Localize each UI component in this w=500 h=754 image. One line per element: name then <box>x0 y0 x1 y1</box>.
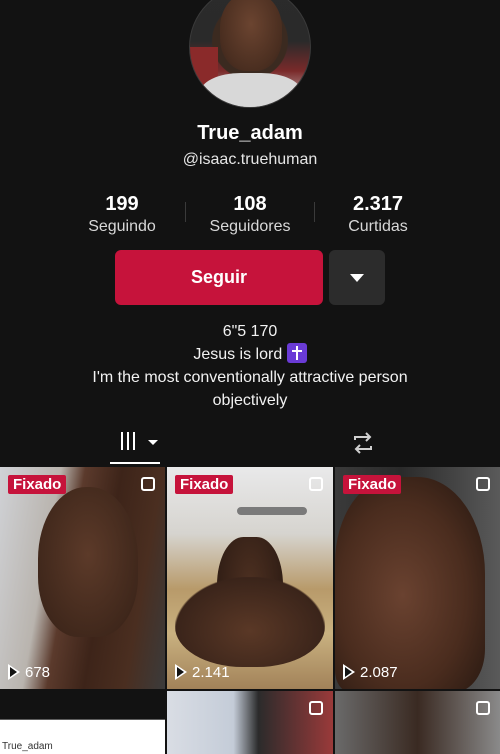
view-count: 2.087 <box>343 664 398 681</box>
thumbnail-caption: True_adam <box>2 741 53 752</box>
followers-label: Seguidores <box>209 218 291 235</box>
bio-line: Jesus is lord <box>193 346 283 363</box>
multi-photo-icon <box>141 477 155 491</box>
view-count-value: 2.087 <box>360 664 398 681</box>
video-thumbnail[interactable]: Fixado 2.087 <box>335 467 500 689</box>
followers-count: 108 <box>233 193 267 215</box>
video-grid: Fixado 678 Fixado 2.141 Fixado 2.087 Tru… <box>0 467 500 754</box>
stat-likes[interactable]: 2.317 Curtidas <box>313 193 443 236</box>
display-name: True_adam <box>197 122 303 144</box>
play-icon <box>343 664 356 680</box>
follow-button[interactable]: Seguir <box>115 250 323 305</box>
stat-following[interactable]: 199 Seguindo <box>57 193 187 236</box>
view-count-value: 2.141 <box>192 664 230 681</box>
ceiling-fan <box>237 507 307 515</box>
view-count-value: 678 <box>25 664 51 681</box>
video-thumbnail[interactable]: Fixado 678 <box>0 467 165 689</box>
chevron-down-icon <box>148 440 158 445</box>
multi-photo-icon <box>309 701 323 715</box>
likes-label: Curtidas <box>348 218 408 235</box>
orthodox-cross-icon <box>286 343 307 363</box>
avatar-shirt <box>200 73 302 107</box>
thumbnail-subject-arms <box>175 577 325 667</box>
multi-photo-icon <box>476 477 490 491</box>
bio-line: 6"5 170 <box>222 323 278 340</box>
repost-icon <box>354 432 372 454</box>
tab-reposts[interactable] <box>348 424 382 464</box>
play-icon <box>8 664 21 680</box>
pinned-badge: Fixado <box>343 475 402 494</box>
video-thumbnail[interactable]: Fixado 2.141 <box>167 467 333 689</box>
profile-bio: 6"5 170 Jesus is lord I'm the most conve… <box>0 320 500 412</box>
following-label: Seguindo <box>88 218 156 235</box>
suggested-accounts-button[interactable] <box>329 250 385 305</box>
video-thumbnail[interactable] <box>335 691 500 754</box>
active-tab-indicator <box>110 462 160 464</box>
multi-photo-icon <box>309 477 323 491</box>
view-count: 2.141 <box>175 664 230 681</box>
bio-line: objectively <box>212 392 288 409</box>
profile-handle: @isaac.truehuman <box>182 151 318 168</box>
view-count: 678 <box>8 664 51 681</box>
thumbnail-subject <box>38 487 138 637</box>
thumbnail-subject <box>335 477 485 689</box>
grid-bars-icon <box>121 432 139 455</box>
pinned-badge: Fixado <box>175 475 234 494</box>
bio-line: I'm the most conventionally attractive p… <box>92 369 408 386</box>
bio-line-with-emoji: Jesus is lord <box>0 343 500 366</box>
caret-down-icon <box>350 274 364 282</box>
video-thumbnail[interactable]: True_adam <box>0 691 165 754</box>
multi-photo-icon <box>476 701 490 715</box>
stat-followers[interactable]: 108 Seguidores <box>185 193 315 236</box>
video-thumbnail[interactable] <box>167 691 333 754</box>
tab-videos[interactable] <box>110 424 160 464</box>
play-icon <box>175 664 188 680</box>
profile-avatar[interactable] <box>189 0 311 108</box>
following-count: 199 <box>105 193 139 215</box>
pinned-badge: Fixado <box>8 475 67 494</box>
likes-count: 2.317 <box>352 193 404 215</box>
avatar-face <box>220 0 282 71</box>
